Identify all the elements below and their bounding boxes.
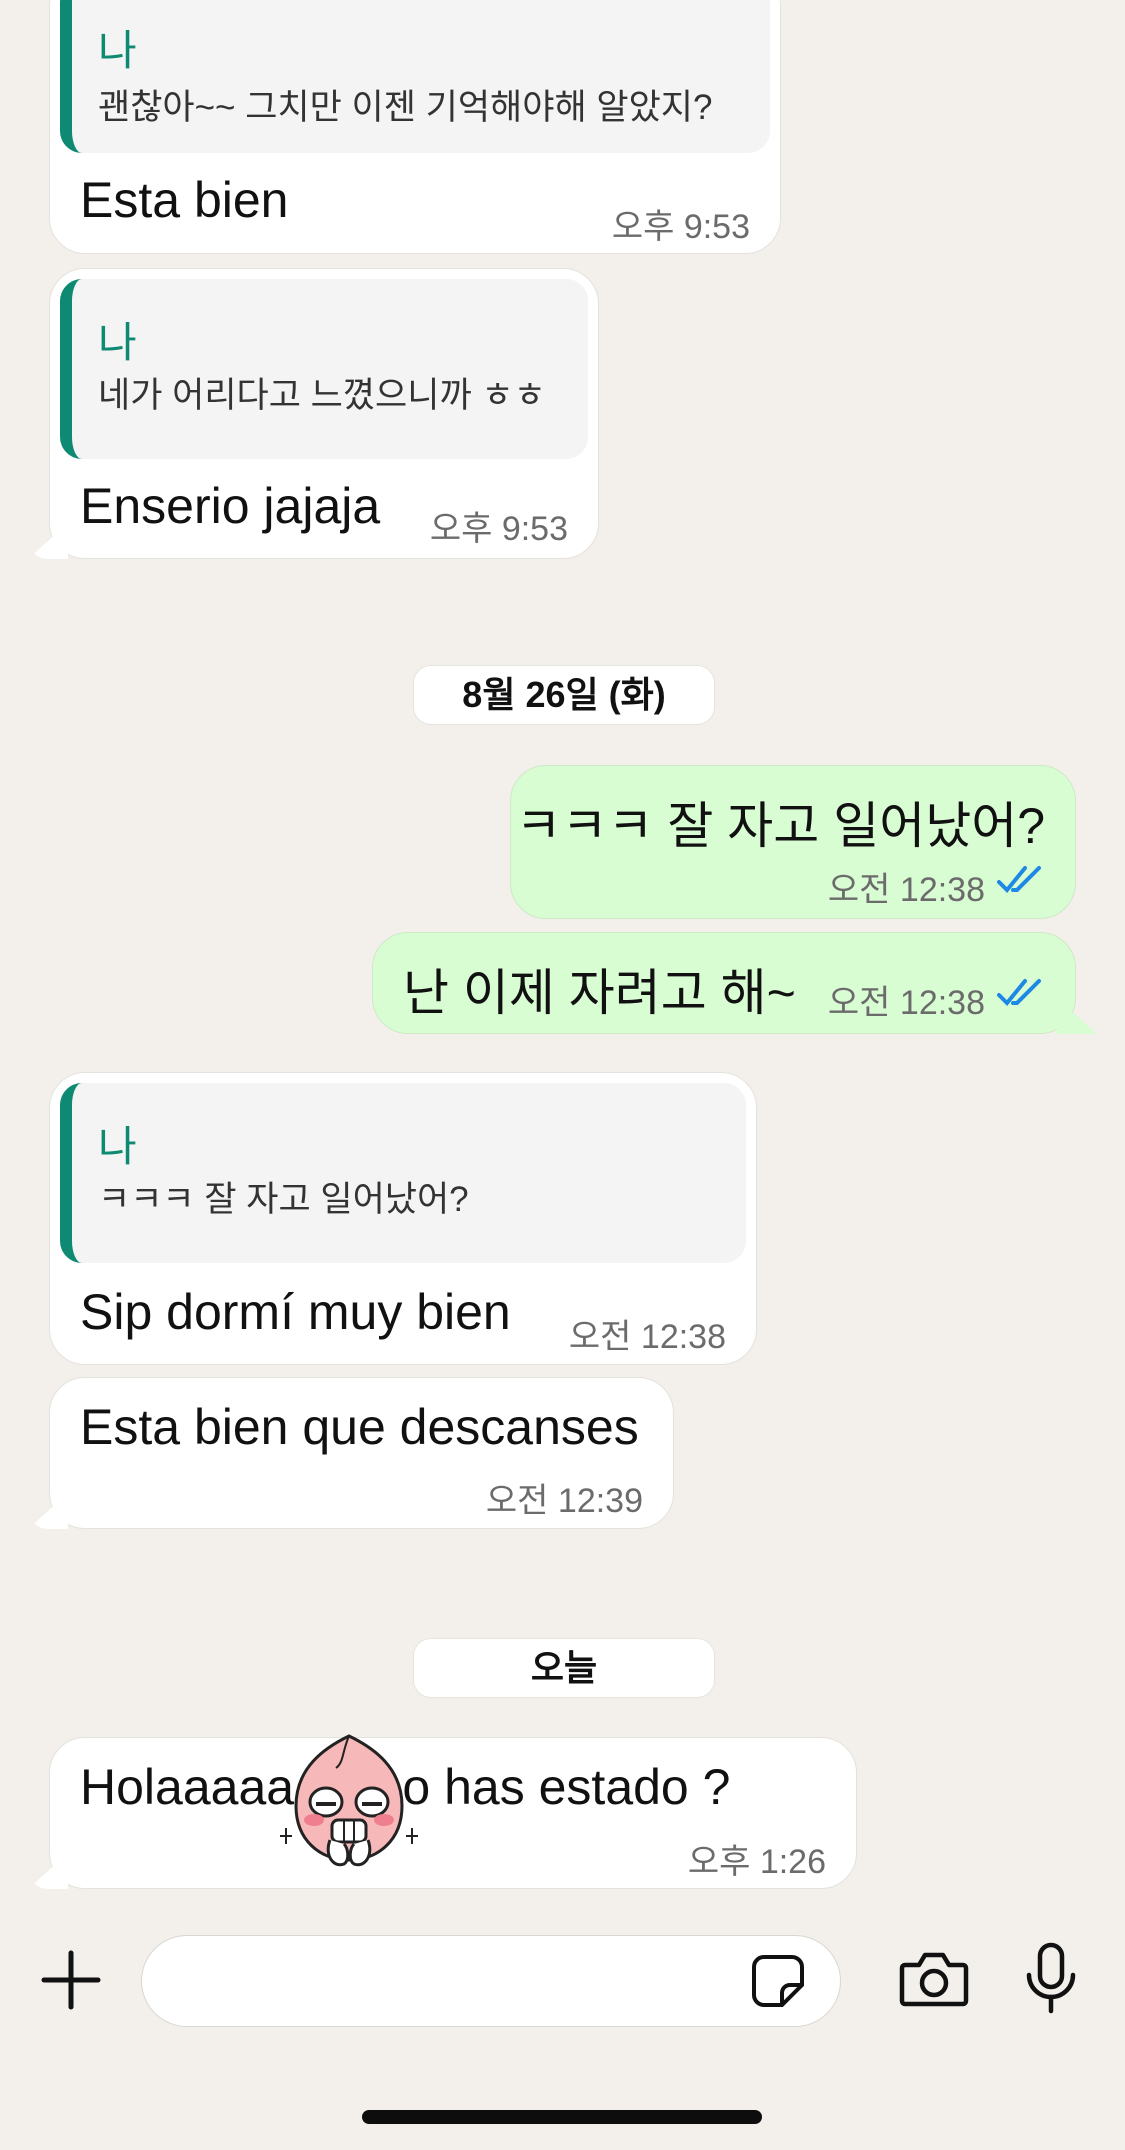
- message-text: ㅋㅋㅋ 잘 자고 일어났어?: [515, 798, 1045, 854]
- quoted-reply[interactable]: 나 ㅋㅋㅋ 잘 자고 일어났어?: [60, 1083, 746, 1263]
- outgoing-message[interactable]: 난 이제 자려고 해~ 오전 12:38: [372, 932, 1076, 1034]
- message-time: 오전 12:38: [568, 1318, 726, 1356]
- message-text: Esta bien: [80, 172, 289, 228]
- date-separator: 8월 26일 (화): [413, 665, 715, 725]
- camera-button[interactable]: [898, 1943, 970, 2015]
- quoted-reply[interactable]: 나 네가 어리다고 느꼈으니까 ㅎㅎ: [60, 279, 588, 459]
- plus-icon: [41, 1950, 101, 2010]
- incoming-message[interactable]: 나 ㅋㅋㅋ 잘 자고 일어났어? Sip dormí muy bien 오전 1…: [49, 1072, 757, 1365]
- message-text: Enserio jajaja: [80, 478, 381, 534]
- incoming-message[interactable]: Esta bien que descanses 오전 12:39: [49, 1377, 674, 1529]
- quoted-reply[interactable]: 나 괜찮아~~ 그치만 이젠 기억해야해 알았지?: [60, 0, 770, 153]
- quote-author: 나: [98, 1123, 137, 1170]
- quote-text: ㅋㅋㅋ 잘 자고 일어났어?: [98, 1180, 469, 1219]
- quote-author: 나: [98, 319, 137, 366]
- message-time: 오전 12:38: [827, 871, 985, 909]
- add-attachment-button[interactable]: [36, 1945, 106, 2015]
- incoming-message[interactable]: Holaaaaa como has estado ? 오후 1:26: [49, 1737, 857, 1889]
- date-separator: 오늘: [413, 1638, 715, 1698]
- message-time: 오후 9:53: [429, 510, 568, 548]
- mic-icon: [1026, 1942, 1076, 2014]
- incoming-message[interactable]: 나 네가 어리다고 느꼈으니까 ㅎㅎ Enserio jajaja 오후 9:5…: [49, 268, 599, 559]
- sticker-icon: [752, 1955, 804, 2007]
- message-text: Esta bien que descanses: [80, 1399, 639, 1455]
- quote-author: 나: [98, 27, 137, 74]
- message-input[interactable]: [141, 1935, 841, 2027]
- camera-icon: [899, 1952, 969, 2007]
- quote-text: 네가 어리다고 느꼈으니까 ㅎㅎ: [98, 376, 546, 415]
- quote-text: 괜찮아~~ 그치만 이젠 기억해야해 알았지?: [98, 88, 713, 127]
- voice-record-button[interactable]: [1016, 1939, 1086, 2019]
- message-time: 오후 1:26: [687, 1843, 826, 1881]
- chat-area[interactable]: 나 괜찮아~~ 그치만 이젠 기억해야해 알았지? Esta bien 오후 9…: [0, 0, 1125, 1905]
- message-text: Sip dormí muy bien: [80, 1284, 511, 1340]
- message-time: 오후 9:53: [611, 208, 750, 246]
- sticker-button[interactable]: [747, 1950, 809, 2012]
- double-check-icon: [997, 979, 1041, 1006]
- message-time: 오전 12:39: [485, 1482, 643, 1520]
- double-check-icon: [997, 866, 1041, 893]
- home-indicator[interactable]: [362, 2110, 762, 2124]
- peach-face-sticker: [280, 1734, 418, 1867]
- message-text: 난 이제 자려고 해~: [403, 965, 796, 1021]
- outgoing-message[interactable]: ㅋㅋㅋ 잘 자고 일어났어? 오전 12:38: [510, 765, 1076, 919]
- message-time: 오전 12:38: [827, 984, 985, 1022]
- incoming-message[interactable]: 나 괜찮아~~ 그치만 이젠 기억해야해 알았지? Esta bien 오후 9…: [49, 0, 781, 254]
